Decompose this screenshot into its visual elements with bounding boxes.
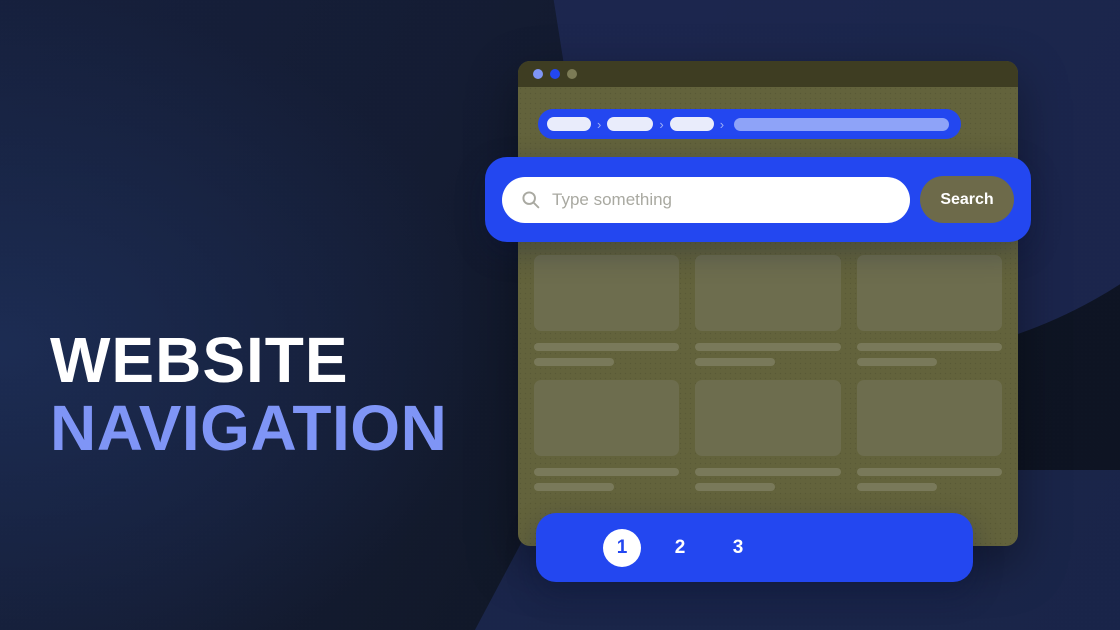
pagination-page-3[interactable]: 3 — [719, 529, 757, 567]
breadcrumb-item-1[interactable] — [547, 117, 591, 131]
card-thumbnail — [856, 380, 1002, 456]
card-thumbnail — [534, 380, 680, 456]
card-title-placeholder — [695, 468, 841, 476]
window-dot-blue-icon — [550, 69, 560, 79]
search-input-wrapper[interactable]: Type something — [502, 176, 910, 223]
card-thumbnail — [695, 380, 841, 456]
card-title-placeholder — [695, 343, 841, 351]
pagination: 1 2 3 — [536, 513, 973, 582]
card-item[interactable] — [695, 255, 841, 366]
card-item[interactable] — [534, 380, 680, 491]
browser-titlebar — [518, 61, 1018, 87]
card-thumbnail — [534, 255, 680, 331]
card-title-placeholder — [856, 468, 1002, 476]
chevron-right-icon: › — [719, 116, 725, 132]
card-subtitle-placeholder — [534, 483, 614, 491]
chevron-right-icon: › — [597, 116, 602, 132]
breadcrumb-item-2[interactable] — [607, 117, 654, 131]
pagination-page-1[interactable]: 1 — [603, 528, 641, 567]
card-item[interactable] — [695, 380, 841, 491]
breadcrumb-item-current — [734, 117, 949, 131]
browser-window-mockup: › › › — [518, 61, 1018, 546]
card-title-placeholder — [534, 343, 680, 351]
search-bar-container: Type something Search — [485, 157, 1031, 242]
card-thumbnail — [856, 255, 1002, 331]
search-button[interactable]: Search — [920, 176, 1014, 223]
breadcrumb[interactable]: › › › — [538, 109, 961, 139]
card-grid — [534, 255, 1002, 491]
card-item[interactable] — [856, 255, 1002, 366]
pagination-page-2[interactable]: 2 — [661, 529, 699, 567]
headline-line-secondary: NAVIGATION — [50, 392, 448, 465]
card-subtitle-placeholder — [856, 358, 937, 366]
search-icon — [520, 189, 541, 210]
card-item[interactable] — [534, 255, 680, 366]
poster-canvas: WEBSITE NAVIGATION › › › Type something … — [0, 0, 1120, 630]
card-thumbnail — [695, 255, 841, 331]
window-dot-olive-icon — [567, 69, 577, 79]
card-subtitle-placeholder — [856, 483, 937, 491]
card-title-placeholder — [856, 343, 1002, 351]
window-dot-light-icon — [533, 69, 543, 79]
page-title: WEBSITE NAVIGATION — [50, 324, 448, 465]
breadcrumb-item-3[interactable] — [669, 117, 714, 131]
search-input[interactable]: Type something — [552, 190, 672, 210]
card-subtitle-placeholder — [695, 483, 776, 491]
card-title-placeholder — [534, 468, 680, 476]
card-subtitle-placeholder — [695, 358, 776, 366]
headline-line-primary: WEBSITE — [50, 324, 349, 396]
card-subtitle-placeholder — [534, 358, 614, 366]
chevron-right-icon: › — [659, 116, 664, 132]
card-item[interactable] — [856, 380, 1002, 491]
